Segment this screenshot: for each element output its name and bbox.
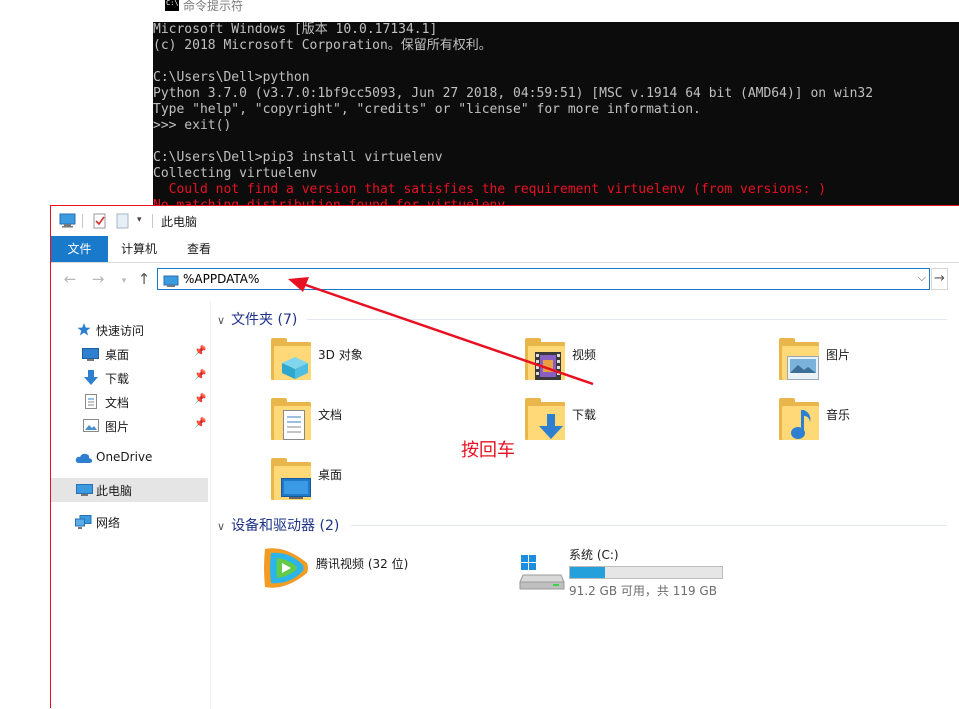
annotation-arrow bbox=[288, 277, 594, 386]
annotation-text: 按回车 bbox=[461, 440, 515, 461]
